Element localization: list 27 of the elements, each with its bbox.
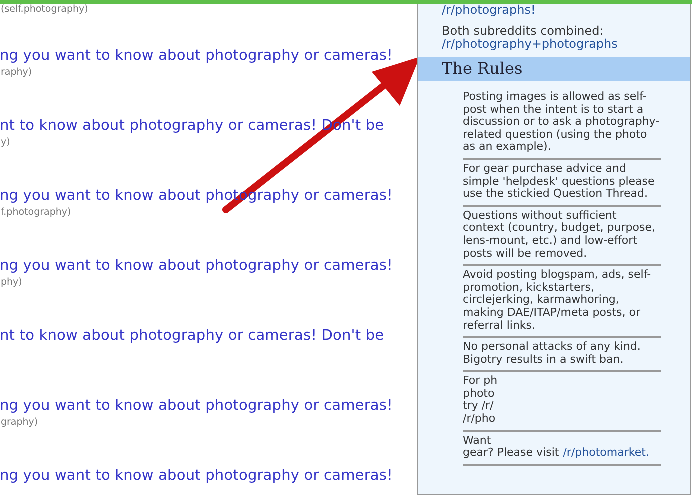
post-domain: phy) — [0, 276, 24, 289]
post-domain: raphy) — [0, 66, 34, 79]
post-domain: y) — [0, 136, 12, 149]
rule-text: Questions without sufficient context (country, budget, purpose, lens-mount, etc.) and low-effort posts will be removed. — [463, 210, 656, 260]
rule-text: For ph — [463, 375, 498, 388]
post-domain: f.photography) — [0, 206, 72, 219]
subreddit-link[interactable]: /r/photomarket. — [563, 447, 650, 460]
rule-text: Posting images is allowed as self-post when the intent is to start a discussion or to ask a photography-related question (using the photo as an example). — [463, 91, 661, 154]
rule-text: Avoid posting blogspam, ads, self-promotion, kickstarters, circlejerking, karmawhoring, making DAE/ITAP/meta posts, or referral links. — [463, 269, 652, 332]
combined-label: Both subreddits combined: — [442, 25, 605, 38]
rules-heading: The Rules — [418, 57, 690, 81]
post-title-link[interactable]: ng you want to know about photography or cameras! — [0, 466, 417, 486]
rule-text: No personal attacks of any kind. Bigotry results in a swift ban. — [463, 341, 642, 366]
subreddit-link[interactable]: /r/photography+photographs — [442, 38, 690, 51]
rule-text: For gear purchase advice and simple 'helpdesk' questions please use the stickied Question Thread. — [463, 162, 656, 201]
subreddit-link[interactable]: /r/photographs! — [442, 4, 690, 17]
rule-text: /r/pho — [463, 413, 496, 426]
rule-text: gear? Please visit — [463, 447, 560, 460]
rule-text: Want — [463, 434, 492, 448]
post-title-link[interactable]: ng you want to know about photography or cameras! — [0, 396, 417, 416]
post-title-link[interactable]: ng you want to know about photography or cameras! — [0, 46, 417, 66]
post-domain: graphy) — [0, 416, 40, 429]
post-title-link[interactable]: nt to know about photography or cameras! Don't be — [0, 326, 417, 346]
post-title-link[interactable]: ng you want to know about photography or cameras! — [0, 256, 417, 276]
rule-text: photo — [463, 388, 495, 400]
rule-text: try /r/ — [463, 400, 494, 414]
post-domain: (self.photography) — [0, 4, 90, 15]
